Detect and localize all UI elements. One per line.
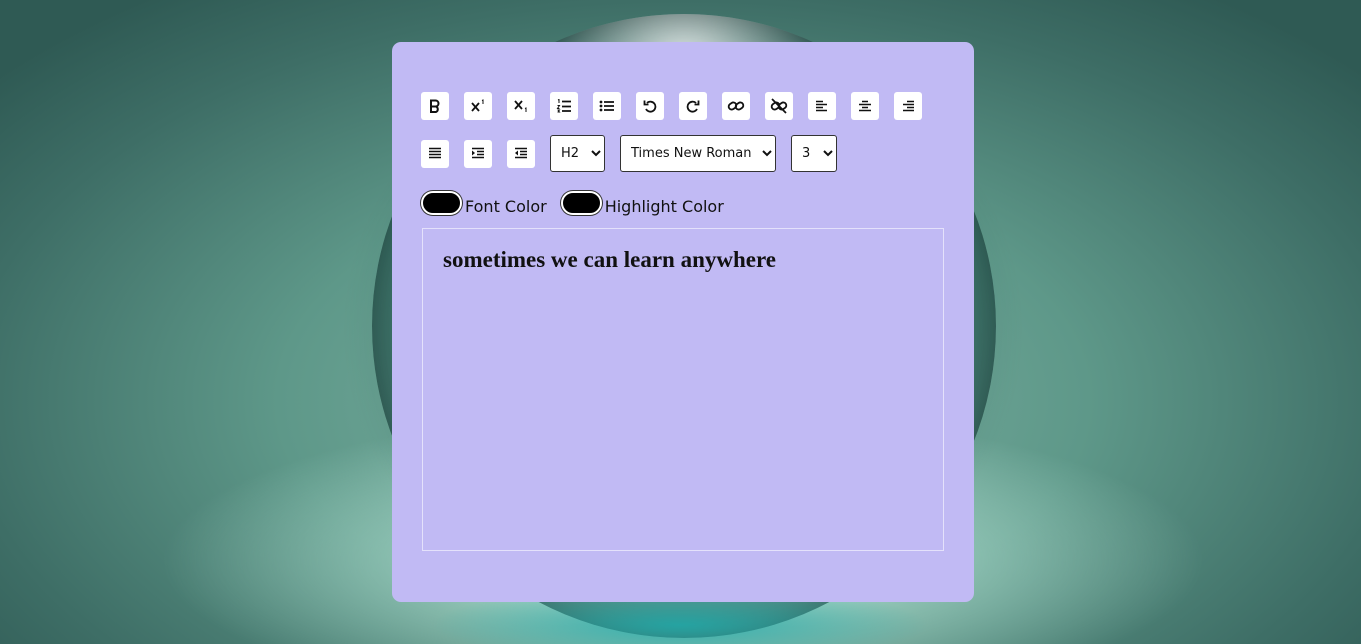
superscript-button[interactable]: [464, 92, 492, 120]
editor-content-heading[interactable]: sometimes we can learn anywhere: [443, 247, 923, 273]
undo-button[interactable]: [636, 92, 664, 120]
highlight-color-label: Highlight Color: [604, 197, 724, 216]
unordered-list-icon: [599, 100, 615, 112]
toolbar-row-2: H2 Times New Roman 3: [421, 135, 852, 172]
font-color-label: Font Color: [465, 197, 547, 216]
align-left-icon: [815, 100, 829, 113]
align-center-button[interactable]: [851, 92, 879, 120]
indent-button[interactable]: [464, 139, 492, 168]
font-color-picker[interactable]: [421, 190, 462, 215]
link-icon: [727, 99, 745, 113]
heading-select[interactable]: H2: [550, 135, 605, 172]
rich-text-editor: H2 Times New Roman 3 Font Color Highligh…: [392, 42, 974, 602]
unlink-icon: [770, 98, 788, 114]
editor-text-area[interactable]: sometimes we can learn anywhere: [422, 228, 944, 551]
create-link-button[interactable]: [722, 92, 750, 120]
redo-icon: [686, 99, 700, 113]
outdent-button[interactable]: [507, 139, 535, 168]
font-family-select[interactable]: Times New Roman: [620, 135, 776, 172]
ordered-list-icon: [556, 99, 572, 113]
align-center-icon: [858, 100, 872, 113]
redo-button[interactable]: [679, 92, 707, 120]
subscript-icon: [513, 99, 529, 113]
indent-icon: [471, 147, 485, 160]
justify-icon: [428, 147, 442, 160]
subscript-button[interactable]: [507, 92, 535, 120]
outdent-icon: [514, 147, 528, 160]
toolbar-row-1: [421, 92, 937, 120]
undo-icon: [643, 99, 657, 113]
bold-button[interactable]: [421, 92, 449, 120]
superscript-icon: [470, 99, 486, 113]
ordered-list-button[interactable]: [550, 92, 578, 120]
align-right-button[interactable]: [894, 92, 922, 120]
justify-button[interactable]: [421, 139, 449, 168]
unordered-list-button[interactable]: [593, 92, 621, 120]
bold-icon: [428, 99, 442, 113]
align-left-button[interactable]: [808, 92, 836, 120]
color-controls: Font Color Highlight Color: [421, 189, 738, 216]
unlink-button[interactable]: [765, 92, 793, 120]
font-size-select[interactable]: 3: [791, 135, 837, 172]
align-right-icon: [901, 100, 915, 113]
highlight-color-picker[interactable]: [560, 190, 602, 215]
